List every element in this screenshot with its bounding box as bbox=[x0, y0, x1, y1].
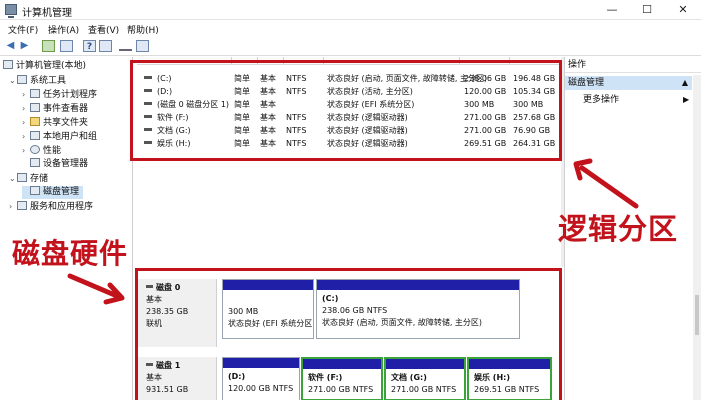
annotation-arrows bbox=[67, 158, 639, 305]
arrow-to-volume-list bbox=[573, 158, 639, 209]
arrow-to-disk-map bbox=[67, 273, 125, 305]
